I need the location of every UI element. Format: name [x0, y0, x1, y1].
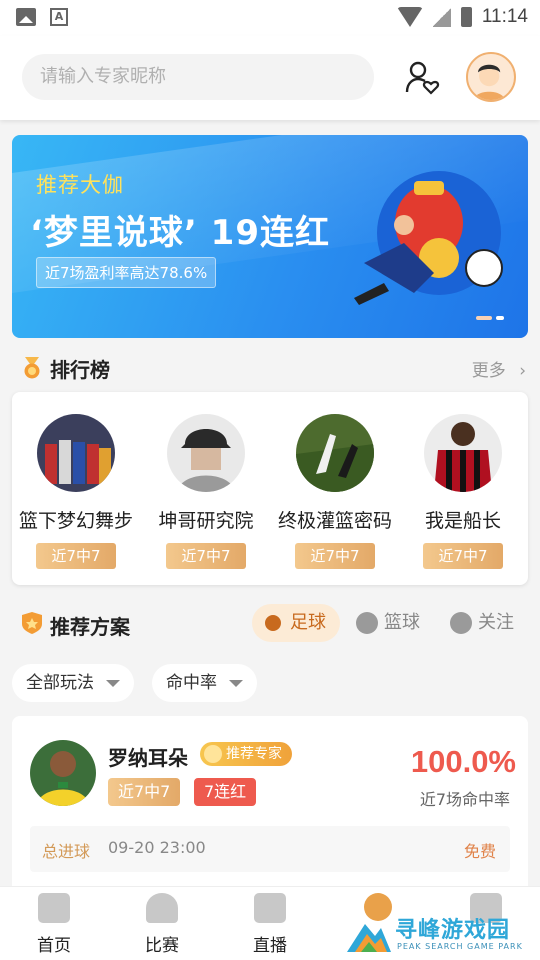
carousel-indicator	[476, 316, 504, 320]
recommended-expert-badge: 推荐专家	[200, 742, 292, 766]
search-input[interactable]: 请输入专家昵称	[22, 54, 374, 100]
banner-title: ‘梦里说球’ 19连红	[30, 213, 330, 253]
app-header: 请输入专家昵称	[0, 36, 540, 120]
signal-icon	[432, 7, 451, 27]
nav-label: 直播	[253, 936, 287, 956]
font-notification-icon: A	[50, 8, 68, 26]
tab-football[interactable]: 足球	[252, 604, 340, 642]
soccer-player-illustration-icon	[354, 171, 503, 305]
record-badge: 近7中7	[423, 543, 503, 569]
hit-rate-value: 100.0%	[410, 744, 516, 779]
shield-star-icon	[22, 612, 42, 634]
caret-down-icon	[106, 679, 120, 687]
expert-name: 终极灌篮密码	[277, 510, 392, 532]
banner-stat-chip: 近7场盈利率高达78.6%	[36, 257, 217, 288]
filter-bar: 全部玩法 命中率	[12, 664, 257, 702]
avatar	[167, 414, 245, 492]
ranking-expert-1[interactable]: 篮下梦幻舞步 近7中7	[11, 414, 141, 569]
plan-match-row[interactable]: 总进球 09-20 23:00 免费	[30, 826, 510, 872]
basketball-icon	[356, 612, 378, 634]
watermark-subtext: PEAK SEARCH GAME PARK	[397, 942, 523, 951]
mountain-logo-icon	[347, 924, 391, 952]
watermark-text: 寻峰游戏园	[395, 918, 511, 943]
record-badge: 近7中7	[166, 543, 246, 569]
trophy-icon	[146, 893, 178, 923]
record-badge: 近7中7	[108, 778, 181, 806]
battery-icon	[460, 7, 472, 27]
recommend-header: 推荐方案 足球 篮球 关注	[0, 604, 540, 646]
price-label: 免费	[463, 842, 496, 861]
record-badge: 近7中7	[295, 543, 375, 569]
tab-label: 关注	[478, 612, 514, 633]
more-label: 更多	[471, 361, 506, 381]
home-icon	[38, 893, 70, 923]
hit-rate-label: 近7场命中率	[419, 790, 510, 809]
ranking-expert-3[interactable]: 终极灌篮密码 近7中7	[270, 414, 400, 569]
caret-down-icon	[229, 679, 243, 687]
nav-label: 首页	[37, 936, 71, 956]
ranking-more-link[interactable]: 更多 ›	[472, 356, 526, 381]
expert-name: 篮下梦幻舞步	[18, 510, 133, 532]
nav-live[interactable]: 直播	[230, 893, 310, 956]
ranking-expert-2[interactable]: 坤哥研究院 近7中7	[141, 414, 271, 569]
plan-type: 总进球	[42, 842, 91, 861]
ranking-title: 排行榜	[50, 358, 110, 382]
expert-name: 罗纳耳朵	[108, 746, 188, 770]
ranking-expert-4[interactable]: 我是船长 近7中7	[398, 414, 528, 569]
record-badge: 近7中7	[36, 543, 116, 569]
user-follow-icon[interactable]	[404, 60, 440, 96]
tv-icon	[254, 893, 286, 923]
nav-match[interactable]: 比赛	[122, 893, 202, 956]
dropdown-label: 全部玩法	[26, 673, 94, 693]
avatar	[37, 414, 115, 492]
tab-basketball[interactable]: 篮球	[346, 604, 434, 642]
banner-kicker: 推荐大伽	[36, 173, 124, 197]
wifi-icon	[396, 7, 423, 27]
nav-home[interactable]: 首页	[14, 893, 94, 956]
expert-name: 坤哥研究院	[158, 510, 254, 532]
profile-avatar[interactable]	[466, 52, 516, 102]
watermark-logo: 寻峰游戏园 PEAK SEARCH GAME PARK	[345, 910, 540, 960]
tab-follow[interactable]: 关注	[440, 604, 528, 642]
expert-name: 我是船长	[424, 510, 501, 532]
play-type-dropdown[interactable]: 全部玩法	[12, 664, 134, 702]
soccer-ball-icon	[262, 612, 284, 634]
recommend-title: 推荐方案	[50, 615, 130, 639]
hit-rate-dropdown[interactable]: 命中率	[152, 664, 257, 702]
dropdown-label: 命中率	[166, 673, 217, 693]
streak-badge: 7连红	[194, 778, 257, 806]
ranking-card: 篮下梦幻舞步 近7中7 坤哥研究院 近7中7 终极灌篮密码 近7中7 我是船长 …	[12, 392, 528, 585]
nav-label: 比赛	[145, 936, 179, 956]
match-time: 09-20 23:00	[108, 838, 206, 857]
avatar	[30, 740, 96, 806]
avatar	[424, 414, 502, 492]
gallery-notification-icon	[16, 8, 36, 26]
medal-icon	[24, 357, 40, 379]
status-bar: A 11:14	[0, 0, 540, 36]
ranking-header: 排行榜 更多 ›	[0, 350, 540, 386]
clock: 11:14	[481, 6, 528, 27]
avatar	[296, 414, 374, 492]
tab-label: 足球	[290, 612, 326, 633]
chevron-right-icon: ›	[519, 361, 526, 381]
tab-label: 篮球	[384, 612, 420, 633]
heart-icon	[450, 612, 472, 634]
promo-banner[interactable]: 推荐大伽 ‘梦里说球’ 19连红 近7场盈利率高达78.6%	[12, 135, 528, 338]
